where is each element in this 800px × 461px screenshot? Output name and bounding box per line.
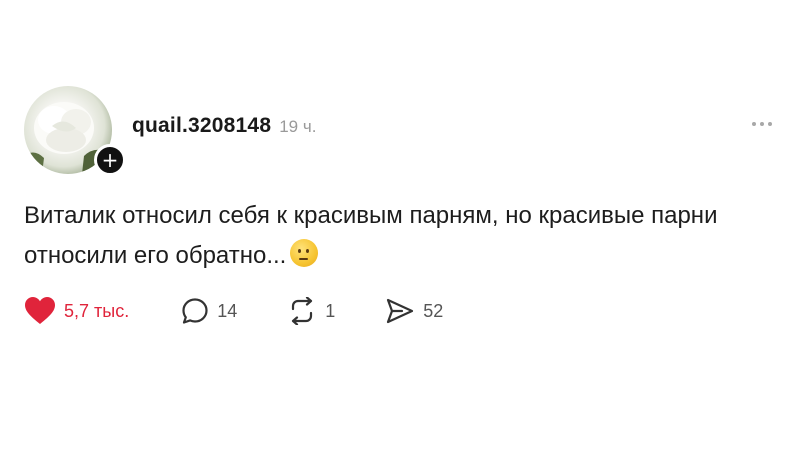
post-header: quail.3208148 19 ч. [132, 114, 316, 138]
post-text-content: Виталик относил себя к красивым парням, … [24, 202, 718, 269]
post-timestamp: 19 ч. [279, 117, 317, 136]
plus-icon: + [101, 148, 119, 172]
post-text: Виталик относил себя к красивым парням, … [24, 196, 764, 276]
share-count: 52 [423, 300, 444, 321]
avatar-container[interactable]: + [24, 86, 126, 178]
repost-icon [292, 297, 313, 325]
heart-icon [25, 297, 55, 324]
like-count: 5,7 тыс. [64, 300, 130, 321]
reply-button[interactable]: 14 [181, 297, 237, 325]
reply-count: 14 [217, 300, 238, 321]
post-card: + quail.3208148 19 ч. Виталик относил се… [0, 0, 800, 461]
like-button[interactable]: 5,7 тыс. [24, 296, 129, 326]
repost-button[interactable]: 1 [287, 297, 335, 325]
more-dots-icon [752, 122, 756, 126]
follow-plus-button[interactable]: + [94, 144, 126, 176]
more-options-button[interactable] [752, 122, 772, 126]
more-dot [768, 122, 772, 126]
username-link[interactable]: quail.3208148 [132, 114, 271, 138]
thinking-face-emoji-icon [290, 239, 319, 267]
action-bar: 5,7 тыс. 14 1 52 [24, 296, 443, 326]
comment-bubble-icon [182, 298, 208, 324]
more-dot [760, 122, 764, 126]
send-icon [387, 298, 414, 324]
share-button[interactable]: 52 [385, 297, 443, 325]
repost-count: 1 [325, 300, 336, 321]
